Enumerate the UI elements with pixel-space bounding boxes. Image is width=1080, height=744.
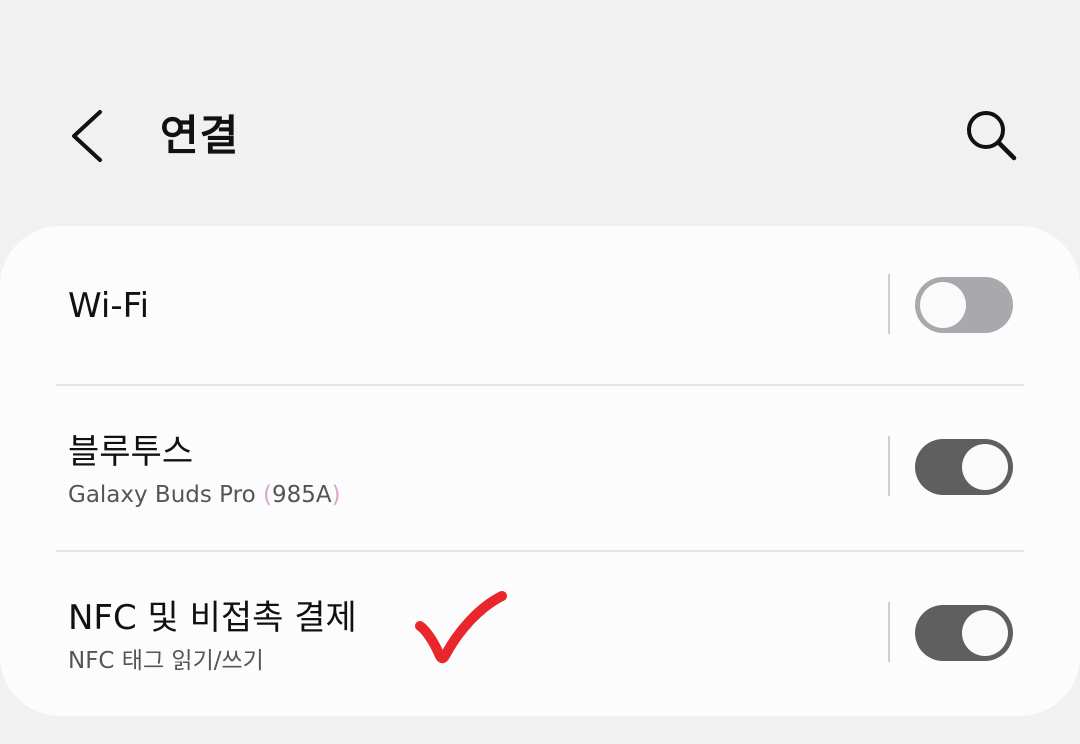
header-bar: 연결: [0, 88, 1080, 188]
nfc-title: NFC 및 비접촉 결제: [68, 598, 357, 638]
toggle-knob: [962, 610, 1008, 656]
connections-screen: 연결 Wi-Fi 블루투스 Galaxy Buds Pro (985A) NFC…: [0, 0, 1080, 744]
bluetooth-device-code: 985A: [271, 482, 332, 508]
nfc-row[interactable]: NFC 및 비접촉 결제 NFC 태그 읽기/쓰기: [0, 552, 1080, 716]
toggle-knob: [920, 282, 966, 328]
wifi-separator: [888, 274, 890, 334]
bluetooth-toggle[interactable]: [915, 439, 1013, 495]
search-icon: [967, 111, 1017, 161]
toggle-knob: [962, 444, 1008, 490]
wifi-toggle[interactable]: [915, 277, 1013, 333]
wifi-row[interactable]: Wi-Fi: [0, 226, 1080, 384]
nfc-separator: [888, 602, 890, 662]
back-button[interactable]: [58, 98, 118, 174]
bluetooth-device-name: Galaxy Buds Pro: [68, 482, 263, 508]
page-title: 연결: [160, 111, 240, 160]
nfc-toggle[interactable]: [915, 605, 1013, 661]
settings-card: Wi-Fi 블루투스 Galaxy Buds Pro (985A) NFC 및 …: [0, 226, 1080, 716]
bluetooth-separator: [888, 436, 890, 496]
bluetooth-row[interactable]: 블루투스 Galaxy Buds Pro (985A): [0, 386, 1080, 550]
red-checkmark-icon: [415, 591, 507, 664]
wifi-title: Wi-Fi: [68, 286, 150, 326]
chevron-left-icon: [72, 110, 102, 162]
bluetooth-title: 블루투스: [68, 432, 194, 472]
nfc-subtitle: NFC 태그 읽기/쓰기: [68, 648, 264, 674]
bluetooth-subtitle: Galaxy Buds Pro (985A): [68, 480, 341, 510]
search-button[interactable]: [958, 102, 1024, 168]
paren-open: (: [262, 482, 272, 508]
paren-close: ): [331, 482, 341, 508]
